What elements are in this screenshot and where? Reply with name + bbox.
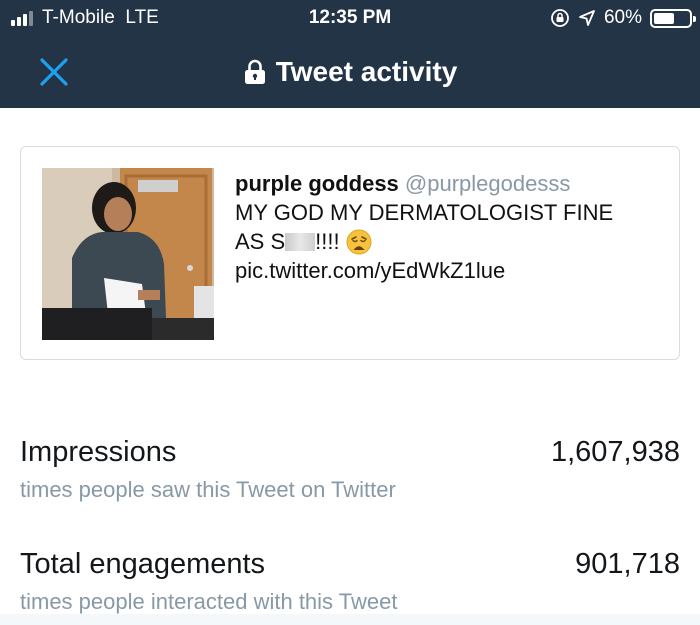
page-title: Tweet activity	[0, 56, 700, 88]
tweet-text-prefix: AS S	[235, 229, 286, 254]
tweet-photo[interactable]	[42, 168, 214, 340]
censor-blur	[285, 233, 316, 251]
metric-value: 901,718	[575, 548, 680, 580]
tweet-text-line-1: MY GOD MY DERMATOLOGIST FINE	[235, 200, 614, 225]
header: T-Mobile LTE 12:35 PM 60% Tweet activity	[0, 0, 700, 108]
section-divider	[0, 614, 700, 625]
metric-total-engagements: Total engagements times people interacte…	[20, 548, 680, 615]
tweet-card[interactable]: purple goddess @purplegodesss MY GOD MY …	[20, 146, 680, 360]
battery-icon	[650, 8, 696, 28]
tweet-text-line-2: AS S!!!!	[235, 227, 665, 256]
tweet-author[interactable]: purple goddess @purplegodesss	[235, 169, 665, 198]
status-right: 60%	[550, 6, 696, 30]
metric-description: times people interacted with this Tweet	[20, 589, 398, 614]
battery-percent: 60%	[603, 7, 642, 28]
author-name: purple goddess	[235, 171, 399, 196]
metric-impressions: Impressions times people saw this Tweet …	[20, 436, 680, 503]
metric-value: 1,607,938	[550, 436, 680, 468]
page-title-text: Tweet activity	[275, 56, 458, 87]
tweet-link[interactable]: pic.twitter.com/yEdWkZ1lue	[235, 256, 665, 285]
status-bar: T-Mobile LTE 12:35 PM 60%	[0, 0, 700, 36]
lock-icon	[244, 59, 265, 84]
battery-level	[654, 12, 674, 24]
location-arrow-icon	[579, 10, 595, 26]
nav-bar: Tweet activity	[0, 40, 700, 104]
author-handle: @purplegodesss	[404, 171, 571, 196]
orientation-lock-icon	[551, 9, 569, 27]
tweet-content: purple goddess @purplegodesss MY GOD MY …	[235, 169, 665, 285]
metric-description: times people saw this Tweet on Twitter	[20, 477, 396, 502]
weary-face-emoji-icon	[346, 229, 372, 255]
tweet-text-suffix: !!!!	[315, 229, 340, 254]
